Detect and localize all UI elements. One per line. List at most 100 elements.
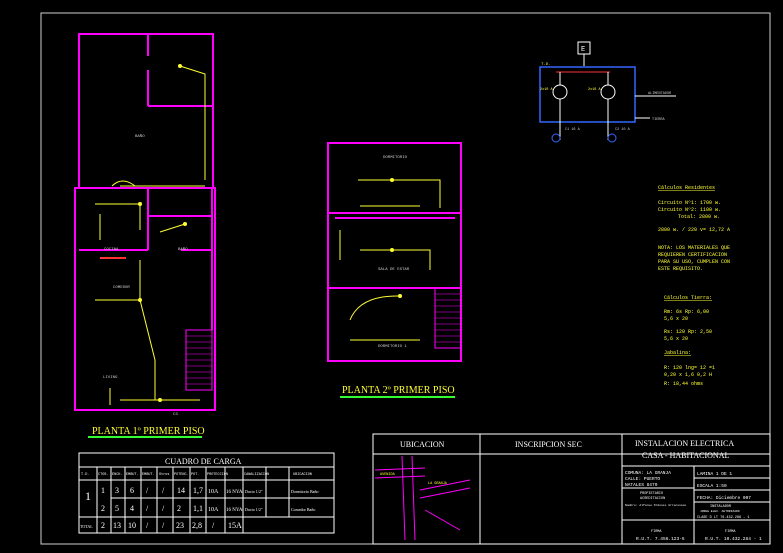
calc-note-line: ESTE REQUISITO.: [658, 266, 703, 272]
board-label: T.D.: [541, 63, 551, 67]
breaker-1-label: 2x10 A: [540, 88, 554, 92]
load-total-cell: 13: [113, 521, 121, 530]
sec-title: INSCRIPCION SEC: [515, 440, 582, 449]
load-td-number: 1: [85, 489, 91, 503]
floor-plan-2: [327, 142, 462, 362]
single-line-diagram: E T.D. 2x10 A 2x16 A C1 16 A C2 10 A ALI…: [539, 41, 676, 143]
load-header: T.D.: [81, 473, 89, 477]
plan-2-room-top: DORMITORIO: [383, 156, 408, 160]
load-cell: 14: [177, 486, 185, 495]
load-cell: /: [162, 504, 165, 513]
load-cell: Ducto 1/2": [245, 507, 263, 512]
calc-tierra-line: R: 18,44 ohms: [664, 381, 703, 387]
room-label-kitchen: COCINA: [104, 248, 119, 252]
calc-tierra-line: 5,6 x 20: [664, 316, 688, 322]
load-header: EMBUT.: [126, 473, 139, 477]
project-title-2: CASA - HABITACIONAL: [642, 451, 729, 460]
load-cell: 10A: [208, 507, 219, 513]
load-cell: 10A: [208, 489, 219, 495]
prop-label: PROPIETARIO: [640, 492, 663, 496]
load-header: POTENC.: [174, 473, 189, 477]
meter-label: E: [581, 46, 585, 54]
wiring-plan-2: [339, 179, 441, 341]
load-total-cell: 15A: [228, 521, 242, 530]
street-label-2: AVENIDA: [380, 473, 396, 477]
load-header: EMBUT.: [142, 473, 155, 477]
calc-residential-line: Circuito Nº1: 1700 w.: [658, 200, 721, 206]
plan-2-title: PLANTA 2º PRIMER PISO: [342, 385, 455, 396]
circuit-1-label: C1 16 A: [565, 128, 581, 132]
room-label-top: BAÑO: [135, 134, 145, 139]
distribution-board: [539, 66, 636, 123]
calle-text: CALLE: PUERTO: [625, 476, 660, 482]
load-cell: 3: [115, 486, 119, 495]
installer-sub: JORGE ELEC. AUTORIZADO: [700, 510, 740, 513]
load-cell: /: [146, 504, 149, 513]
rut-1: R.U.T. 7.456.123-5: [636, 536, 685, 542]
clase-text: CLASE D LT 76.432.286 - 1: [697, 516, 750, 520]
load-header: UBICACION: [293, 473, 312, 477]
spot-label: C3: [173, 413, 178, 417]
calc-tierra-line: 5,6 x 20: [664, 336, 688, 342]
calc-tierra: Cálculos Tierra: Rm: 6s Rp: 6,00 5,6 x 2…: [664, 295, 715, 387]
load-header: PROTECCION: [207, 473, 228, 477]
load-total-cell: 2: [101, 521, 105, 530]
ubicacion-title: UBICACION: [400, 440, 445, 449]
load-cell: /: [162, 486, 165, 495]
load-total-cell: 2,8: [192, 521, 202, 530]
load-cell: 2: [177, 504, 181, 513]
load-table-title: CUADRO DE CARGA: [165, 457, 242, 466]
load-cell: 4: [130, 504, 134, 513]
load-header: CTOS.: [98, 473, 109, 477]
load-header: CANALIZACION: [244, 473, 269, 477]
rut-2: R.U.T. 10.432.284 - 1: [705, 536, 762, 542]
load-cell: 2: [101, 504, 105, 513]
firma-2: FIRMA: [725, 530, 736, 534]
calc-tierra-line: 0,20 x 1,6 0,2 H: [664, 372, 712, 378]
load-cell: 16 NYA: [226, 490, 243, 495]
calc-note-line: REQUIEREN CERTIFICACION: [658, 252, 727, 258]
plan-2-room-mid: SALA DE ESTAR: [378, 268, 410, 272]
prop-name: ACREDITACION: [640, 497, 665, 501]
floor-plan-1: [74, 33, 216, 411]
room-label-living: LIVING: [103, 376, 118, 380]
breaker-2-label: 2x16 A: [588, 88, 602, 92]
escala-text: ESCALA 1:50: [697, 483, 727, 489]
load-total-cell: 10: [128, 521, 136, 530]
plan-1-title: PLANTA 1º PRIMER PISO: [92, 426, 205, 437]
calc-residential-line: Total: 2800 w.: [678, 214, 720, 220]
load-cell: 1,1: [193, 504, 203, 513]
load-total-cell: /: [212, 521, 215, 530]
load-cell: 5: [115, 504, 119, 513]
plan-2-room-bottom: DORMITORIO 1: [378, 345, 407, 349]
owner-text: Nombre: Alfonso Ordenes Arrocensos: [625, 503, 686, 507]
feeder-label: ALIMENTADOR: [648, 92, 672, 96]
calc-residential-line: Circuito Nº2: 1100 w.: [658, 207, 721, 213]
cad-drawing: BAÑO COCINA BAÑO COMEDOR LIVING C3 PLANT…: [40, 12, 771, 545]
street-label-1: LA GRANJA: [428, 482, 448, 486]
load-cell: 6: [130, 486, 134, 495]
load-cell: Dormitorio Baño: [291, 489, 318, 494]
calc-residential: Cálculos Residentes Circuito Nº1: 1700 w…: [658, 185, 730, 272]
calc-note-line: PARA SU USO, CUMPLEN CON: [658, 259, 730, 265]
room-label-dining: COMEDOR: [113, 286, 130, 290]
ground-label: TIERRA: [652, 118, 666, 122]
load-cell: 16 NYA: [226, 508, 243, 513]
project-title-1: INSTALACION ELECTRICA: [635, 439, 734, 448]
load-header: ENCH.: [112, 473, 123, 477]
load-cell: /: [146, 486, 149, 495]
load-total-cell: /: [146, 521, 149, 530]
calc-tierra-line: Rs: 120 Rp: 2,50: [664, 329, 712, 335]
load-header: Otros: [159, 472, 170, 477]
load-cell: Comedor Baño: [291, 507, 315, 512]
load-cell: 1,7: [193, 486, 203, 495]
lamina-text: LAMINA 1 DE 1: [697, 471, 732, 477]
calc-residential-title: Cálculos Residentes: [658, 185, 715, 191]
fecha-text: FECHA: Diciembre 007: [697, 495, 751, 501]
calc-tierra-line: Jabalina:: [664, 350, 691, 356]
calc-note-line: NOTA: LOS MATERIALES QUE: [658, 245, 730, 251]
load-total-label: TOTAL: [80, 524, 93, 529]
load-header: POT.: [191, 473, 199, 477]
load-cell: 1: [101, 486, 105, 495]
comuna-text: COMUNA: LA GRANJA: [625, 470, 671, 476]
